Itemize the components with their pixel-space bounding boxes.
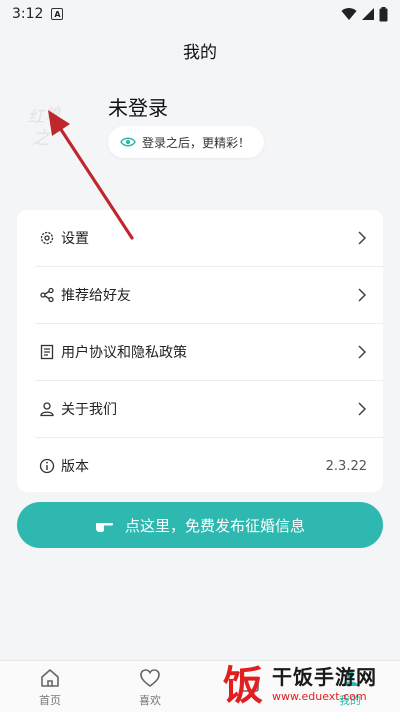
svg-text:之: 之 [32,128,51,149]
wifi-icon [341,8,357,20]
login-hint-text: 登录之后，更精彩！ [142,135,251,150]
menu-item-agreement[interactable]: 用户协议和隐私政策 [17,324,383,380]
document-icon [39,344,55,360]
signal-icon [362,8,374,20]
svg-text:红: 红 [28,107,46,126]
eye-icon [120,137,136,147]
menu-item-version[interactable]: 版本 2.3.22 [17,438,383,494]
publish-cta-button[interactable]: 点这里，免费发布征婚信息 [17,502,383,548]
tab-label: 首页 [39,693,61,707]
site-watermark: 饭 干饭手游网 www.eduext.com [218,652,400,712]
person-icon [39,401,55,417]
watermark-title: 干饭手游网 [272,665,377,689]
cta-label: 点这里，免费发布征婚信息 [124,516,305,535]
watermark-text: 干饭手游网 www.eduext.com [272,661,377,703]
tab-label: 喜欢 [139,693,161,707]
tab-home[interactable]: 首页 [10,661,90,712]
status-bar: 3:12 A [0,0,400,28]
menu-item-share[interactable]: 推荐给好友 [17,267,383,323]
status-icons [341,6,388,22]
battery-icon [379,6,388,21]
home-icon [41,668,59,687]
menu-item-settings[interactable]: 设置 [17,210,383,266]
watermark-url: www.eduext.com [272,690,367,703]
pointing-hand-icon [95,523,113,532]
version-value: 2.3.22 [325,458,367,474]
login-hint-pill[interactable]: 登录之后，更精彩！ [108,126,265,158]
menu-item-label: 关于我们 [61,402,117,418]
login-status-title[interactable]: 未登录 [108,92,168,121]
menu-item-label: 版本 [61,459,89,475]
heart-icon [140,668,160,687]
chevron-right-icon [357,401,367,417]
chevron-right-icon [357,287,367,303]
info-icon [39,458,55,474]
watermark-logo: 饭 [223,663,263,709]
menu-item-label: 用户协议和隐私政策 [61,345,187,361]
menu-item-label: 设置 [61,231,89,247]
chevron-right-icon [357,344,367,360]
svg-text:娘: 娘 [46,106,61,122]
chevron-right-icon [357,230,367,246]
menu-card: 设置 推荐给好友 用户协议和隐私政策 关于我们 版本 2.3.22 [17,210,383,492]
avatar[interactable]: 红 娘 之 [22,100,80,158]
page-title: 我的 [183,43,217,63]
gear-icon [39,230,55,246]
menu-item-label: 推荐给好友 [61,288,131,304]
tab-like[interactable]: 喜欢 [110,661,190,712]
avatar-logo-icon: 红 娘 之 [28,106,61,149]
notification-a-icon: A [51,8,64,20]
menu-item-about[interactable]: 关于我们 [17,381,383,437]
share-icon [39,287,55,303]
status-time: 3:12 [12,6,44,22]
